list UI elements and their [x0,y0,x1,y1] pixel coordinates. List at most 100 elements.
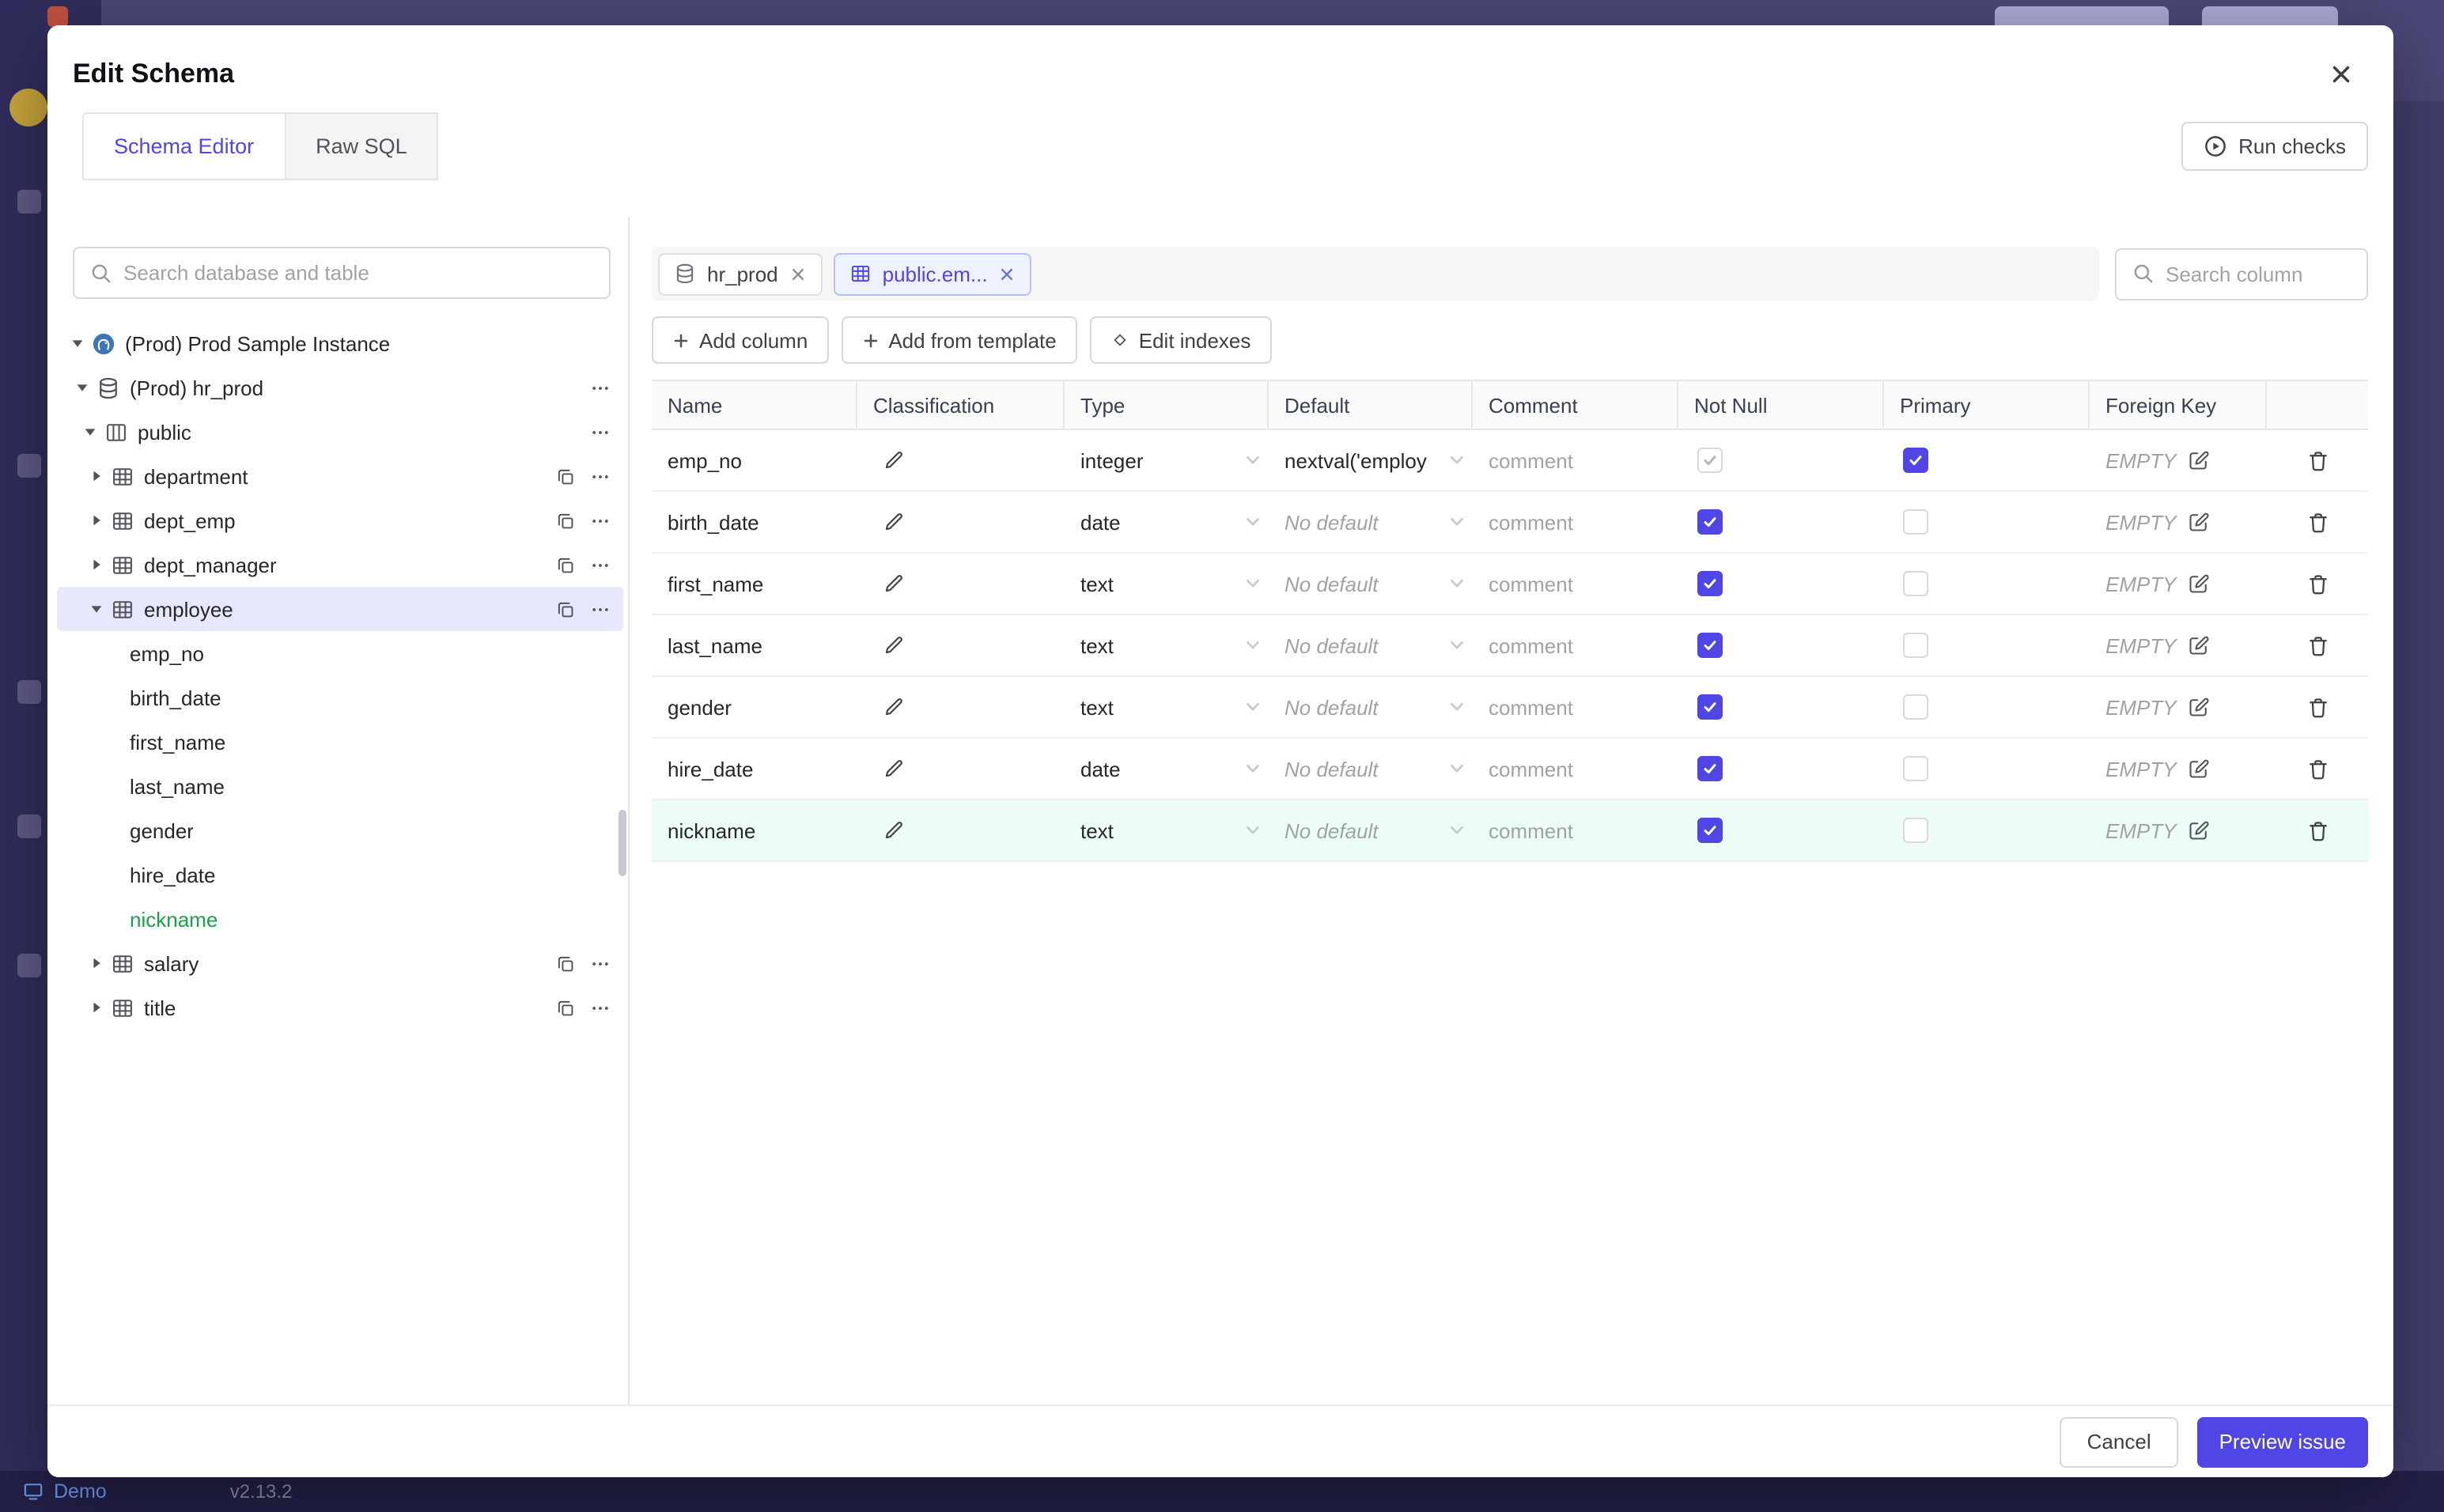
tree-column-birth-date[interactable]: birth_date [57,675,623,720]
close-icon[interactable] [2327,60,2355,89]
primary-checkbox[interactable] [1903,633,1928,658]
rail-icon[interactable] [17,954,41,977]
tree-column-first-name[interactable]: first_name [57,720,623,764]
delete-column-icon[interactable] [2306,695,2329,719]
delete-column-icon[interactable] [2306,633,2329,657]
edit-foreign-key-icon[interactable] [2188,634,2210,656]
foreign-key-cell[interactable]: EMPTY [2090,430,2267,490]
comment-input[interactable] [1489,695,1678,719]
caret-right-icon[interactable] [89,512,104,528]
name-cell[interactable]: first_name [652,554,857,614]
more-options-icon[interactable] [590,510,611,531]
tree-database-hr-prod[interactable]: (Prod) hr_prod [57,365,623,410]
database-search[interactable] [73,247,611,299]
delete-column-icon[interactable] [2306,572,2329,595]
close-icon[interactable] [999,265,1016,282]
caret-down-icon[interactable] [82,424,98,440]
caret-down-icon[interactable] [74,380,90,395]
comment-input[interactable] [1489,818,1678,842]
default-select[interactable]: No default [1269,739,1473,799]
type-select[interactable]: text [1065,677,1269,737]
name-cell[interactable]: emp_no [652,430,857,490]
primary-checkbox[interactable] [1903,509,1928,535]
more-options-icon[interactable] [590,599,611,619]
delete-column-icon[interactable] [2306,448,2329,472]
editor-tab-hr-prod[interactable]: hr_prod [658,252,823,295]
not-null-checkbox[interactable] [1697,448,1723,473]
caret-right-icon[interactable] [89,955,104,971]
primary-checkbox[interactable] [1903,448,1928,473]
tree-column-emp-no[interactable]: emp_no [57,631,623,675]
column-search-input[interactable] [2166,262,2351,285]
caret-down-icon[interactable] [70,335,85,351]
type-select[interactable]: date [1065,492,1269,552]
more-options-icon[interactable] [590,997,611,1018]
type-select[interactable]: text [1065,554,1269,614]
caret-right-icon[interactable] [89,1000,104,1015]
foreign-key-cell[interactable]: EMPTY [2090,800,2267,860]
default-select[interactable]: No default [1269,800,1473,860]
primary-checkbox[interactable] [1903,818,1928,843]
comment-input[interactable] [1489,757,1678,781]
demo-link[interactable]: Demo [54,1480,107,1503]
copy-icon[interactable] [555,466,576,486]
comment-input[interactable] [1489,510,1678,534]
primary-checkbox[interactable] [1903,694,1928,720]
tree-table-department[interactable]: department [57,454,623,498]
primary-checkbox[interactable] [1903,571,1928,596]
edit-classification-icon[interactable] [883,634,905,656]
comment-input[interactable] [1489,572,1678,595]
copy-icon[interactable] [555,997,576,1018]
default-select[interactable]: No default [1269,554,1473,614]
default-select[interactable]: No default [1269,615,1473,675]
edit-foreign-key-icon[interactable] [2188,511,2210,533]
type-select[interactable]: integer [1065,430,1269,490]
primary-checkbox[interactable] [1903,756,1928,781]
copy-icon[interactable] [555,599,576,619]
not-null-checkbox[interactable] [1697,633,1723,658]
type-select[interactable]: text [1065,800,1269,860]
tree-table-employee[interactable]: employee [57,587,623,631]
delete-column-icon[interactable] [2306,757,2329,781]
more-options-icon[interactable] [590,421,611,442]
editor-tab-public-employee[interactable]: public.em... [833,252,1032,295]
foreign-key-cell[interactable]: EMPTY [2090,492,2267,552]
caret-right-icon[interactable] [89,557,104,573]
tree-column-gender[interactable]: gender [57,808,623,852]
copy-icon[interactable] [555,510,576,531]
default-select[interactable]: nextval('employ [1269,430,1473,490]
database-search-input[interactable] [123,261,593,285]
foreign-key-cell[interactable]: EMPTY [2090,677,2267,737]
edit-classification-icon[interactable] [883,758,905,780]
tree-column-nickname[interactable]: nickname [57,897,623,941]
foreign-key-cell[interactable]: EMPTY [2090,615,2267,675]
foreign-key-cell[interactable]: EMPTY [2090,739,2267,799]
default-select[interactable]: No default [1269,677,1473,737]
edit-classification-icon[interactable] [883,449,905,471]
delete-column-icon[interactable] [2306,510,2329,534]
edit-foreign-key-icon[interactable] [2188,696,2210,718]
default-select[interactable]: No default [1269,492,1473,552]
caret-right-icon[interactable] [89,468,104,484]
preview-issue-button[interactable]: Preview issue [2196,1416,2368,1467]
edit-foreign-key-icon[interactable] [2188,819,2210,841]
name-cell[interactable]: nickname [652,800,857,860]
copy-icon[interactable] [555,554,576,575]
comment-input[interactable] [1489,633,1678,657]
close-icon[interactable] [789,265,807,282]
more-options-icon[interactable] [590,377,611,398]
tab-schema-editor[interactable]: Schema Editor [82,112,286,180]
rail-icon[interactable] [17,190,41,214]
more-options-icon[interactable] [590,554,611,575]
rail-icon[interactable] [17,680,41,704]
name-cell[interactable]: hire_date [652,739,857,799]
comment-input[interactable] [1489,448,1678,472]
edit-foreign-key-icon[interactable] [2188,758,2210,780]
not-null-checkbox[interactable] [1697,818,1723,843]
add-column-button[interactable]: Add column [652,316,829,364]
type-select[interactable]: text [1065,615,1269,675]
more-options-icon[interactable] [590,466,611,486]
tree-column-last-name[interactable]: last_name [57,764,623,808]
tab-raw-sql[interactable]: Raw SQL [284,112,439,180]
edit-classification-icon[interactable] [883,819,905,841]
